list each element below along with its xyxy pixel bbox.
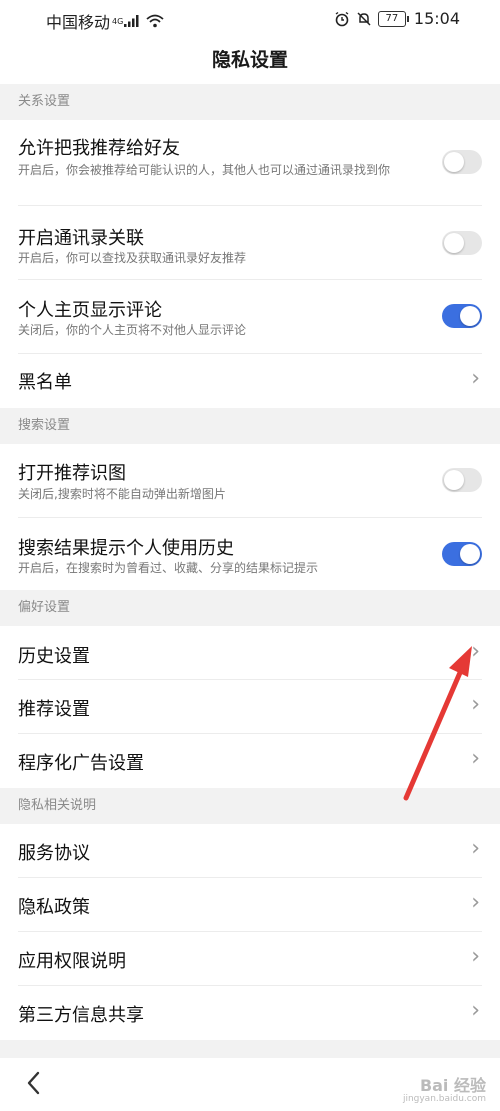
signal-icon <box>124 15 139 27</box>
toggle-knob <box>444 470 464 490</box>
status-bar: 中国移动 4G 77 15:04 <box>0 0 500 36</box>
setting-title: 黑名单 <box>18 372 72 393</box>
setting-description: 开启后，你可以查找及获取通讯录好友推荐 <box>18 251 247 265</box>
setting-description: 开启后，你会被推荐给可能认识的人，其他人也可以通过通讯录找到你 <box>18 163 391 177</box>
setting-history-hint[interactable]: 搜索结果提示个人使用历史 开启后，在搜索时为曾看过、收藏、分享的结果标记提示 <box>0 518 500 590</box>
setting-title: 隐私政策 <box>18 897 90 918</box>
section-header-label: 隐私相关说明 <box>18 798 97 813</box>
chevron-right-icon: › <box>471 890 480 915</box>
toggle-knob <box>460 306 480 326</box>
toggle-knob <box>444 233 464 253</box>
toggle-switch-off[interactable] <box>442 150 482 174</box>
setting-description: 开启后，在搜索时为曾看过、收藏、分享的结果标记提示 <box>18 561 319 575</box>
setting-title: 允许把我推荐给好友 <box>18 138 180 159</box>
section-header-privacy-info: 隐私相关说明 <box>0 788 500 824</box>
setting-blacklist[interactable]: 黑名单 › <box>0 354 500 408</box>
setting-ad-settings[interactable]: 程序化广告设置 › <box>0 734 500 788</box>
setting-app-permissions[interactable]: 应用权限说明 › <box>0 932 500 986</box>
chevron-right-icon: › <box>471 746 480 771</box>
setting-service-agreement[interactable]: 服务协议 › <box>0 824 500 878</box>
setting-title: 个人主页显示评论 <box>18 300 162 321</box>
setting-title: 程序化广告设置 <box>18 753 144 774</box>
section-header-search: 搜索设置 <box>0 408 500 444</box>
watermark-logo: Bai 经验 jingyan.baidu.com <box>403 1072 486 1104</box>
setting-contacts-link[interactable]: 开启通讯录关联 开启后，你可以查找及获取通讯录好友推荐 <box>0 206 500 280</box>
clock-time: 15:04 <box>413 9 460 28</box>
toggle-knob <box>444 152 464 172</box>
section-header-relation: 关系设置 <box>0 84 500 120</box>
page-title: 隐私设置 <box>0 36 500 84</box>
carrier-label: 中国移动 <box>46 13 111 32</box>
status-left: 中国移动 4G <box>46 9 164 33</box>
section-header-label: 关系设置 <box>18 94 71 109</box>
chevron-right-icon: › <box>471 998 480 1023</box>
setting-title: 应用权限说明 <box>18 951 126 972</box>
setting-title: 开启通讯录关联 <box>18 228 144 249</box>
chevron-left-icon[interactable] <box>24 1070 44 1096</box>
setting-title: 第三方信息共享 <box>18 1005 144 1026</box>
watermark-text: Bai 经验 <box>419 1076 486 1095</box>
status-right: 77 15:04 <box>334 9 460 28</box>
watermark-subtext: jingyan.baidu.com <box>402 1094 486 1104</box>
setting-description: 关闭后，你的个人主页将不对他人显示评论 <box>18 323 247 337</box>
toggle-switch-on[interactable] <box>442 304 482 328</box>
section-header-label: 偏好设置 <box>18 600 71 615</box>
wifi-icon <box>146 14 164 28</box>
chevron-right-icon: › <box>471 944 480 969</box>
setting-third-party-sharing[interactable]: 第三方信息共享 › <box>0 986 500 1040</box>
chevron-right-icon: › <box>471 366 480 391</box>
setting-title: 推荐设置 <box>18 699 90 720</box>
setting-title: 历史设置 <box>18 646 90 667</box>
setting-recommend-image[interactable]: 打开推荐识图 关闭后,搜索时将不能自动弹出新增图片 <box>0 444 500 518</box>
setting-title: 搜索结果提示个人使用历史 <box>18 538 234 559</box>
network-type: 4G <box>112 16 124 26</box>
setting-title: 服务协议 <box>18 843 90 864</box>
section-header-preference: 偏好设置 <box>0 590 500 626</box>
chevron-right-icon: › <box>471 639 480 664</box>
toggle-switch-off[interactable] <box>442 468 482 492</box>
mute-bell-icon <box>357 11 371 26</box>
setting-title: 打开推荐识图 <box>18 463 126 484</box>
toggle-switch-on[interactable] <box>442 542 482 566</box>
setting-privacy-policy[interactable]: 隐私政策 › <box>0 878 500 932</box>
chevron-right-icon: › <box>471 836 480 861</box>
alarm-icon <box>335 11 349 26</box>
section-header-label: 搜索设置 <box>18 418 71 433</box>
setting-history-settings[interactable]: 历史设置 › <box>0 626 500 680</box>
chevron-right-icon: › <box>471 692 480 717</box>
setting-recommend-to-friends[interactable]: 允许把我推荐给好友 开启后，你会被推荐给可能认识的人，其他人也可以通过通讯录找到… <box>0 120 500 206</box>
battery-icon: 77 <box>377 10 409 27</box>
setting-show-comments[interactable]: 个人主页显示评论 关闭后，你的个人主页将不对他人显示评论 <box>0 280 500 354</box>
setting-description: 关闭后,搜索时将不能自动弹出新增图片 <box>18 487 226 501</box>
toggle-switch-off[interactable] <box>442 231 482 255</box>
setting-recommend-settings[interactable]: 推荐设置 › <box>0 680 500 734</box>
toggle-knob <box>460 544 480 564</box>
